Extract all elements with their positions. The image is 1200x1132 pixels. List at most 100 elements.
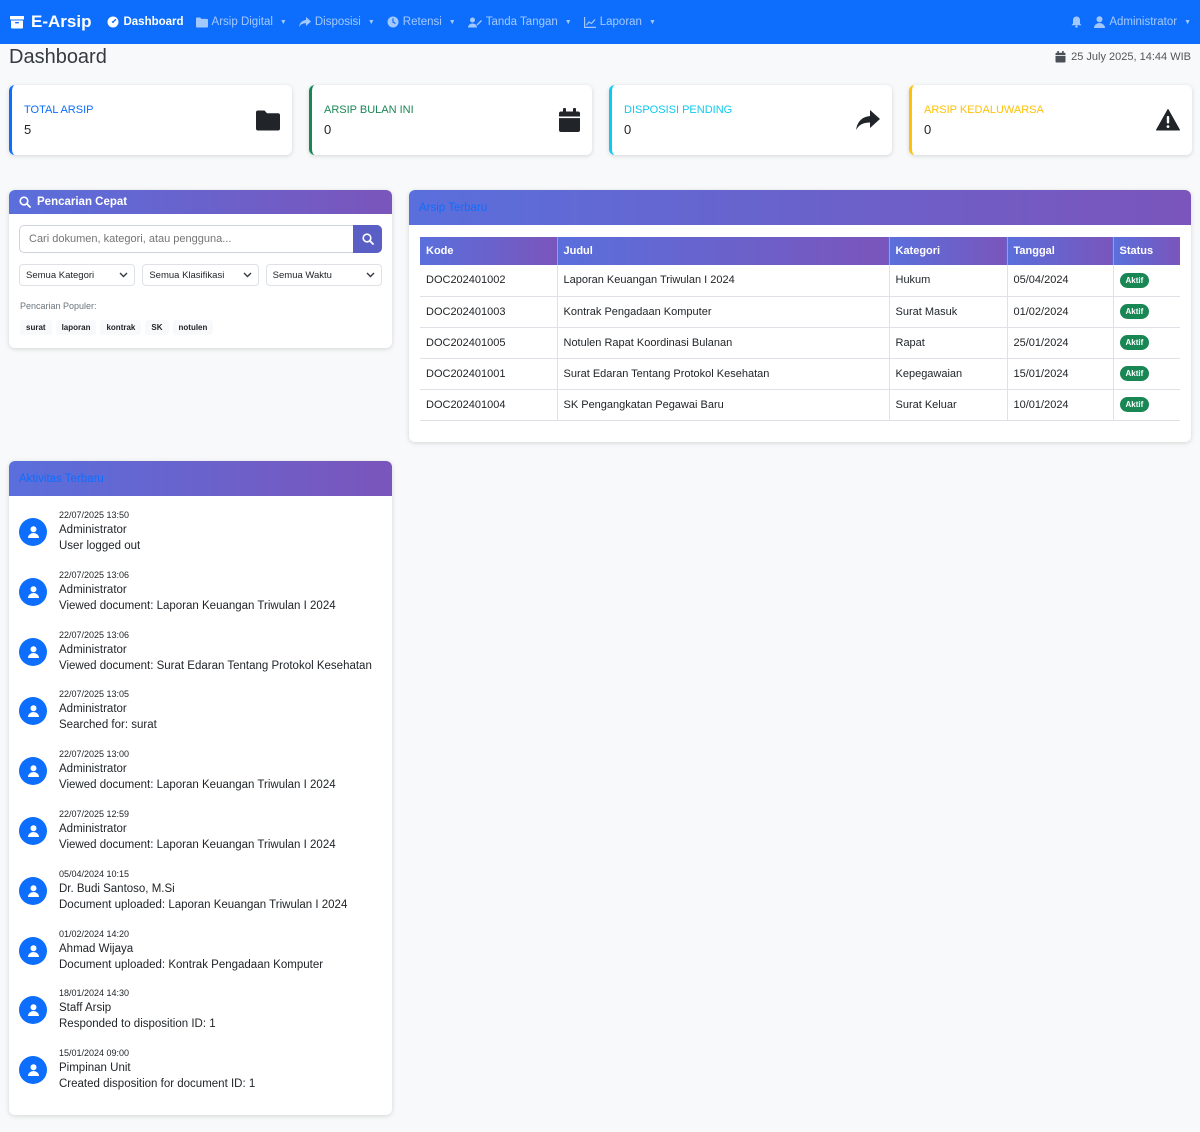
chevron-down-icon [119,272,128,278]
popular-tag[interactable]: SK [145,320,169,335]
activity-time: 01/02/2024 14:20 [59,928,130,939]
chevron-down-icon: ▼ [367,18,375,26]
nav-arsip-digital[interactable]: Arsip Digital ▼ [195,16,287,28]
nav-laporan[interactable]: Laporan ▼ [583,16,656,28]
activity-description: Searched for: surat [59,719,157,732]
quick-search-title: Pencarian Cepat [37,196,128,208]
page-title: Dashboard [9,46,107,68]
nav-retensi-label: Retensi [402,16,442,28]
nav-retensi[interactable]: Retensi ▼ [387,16,456,28]
nav-disposisi[interactable]: Disposisi ▼ [298,16,375,28]
chevron-down-icon [366,272,375,278]
popular-search-label: Pencarian Populer: [20,301,97,311]
folder-icon [256,110,280,130]
filter-kategori-select[interactable]: Semua Kategori [19,264,136,286]
column-header-tanggal[interactable]: Tanggal [1007,237,1114,265]
popular-tag[interactable]: surat [20,320,52,335]
user-icon [27,645,39,658]
filter-waktu-value: Semua Waktu [272,269,332,281]
clock-icon [387,16,399,28]
column-header-status[interactable]: Status [1113,237,1180,265]
activity-time: 15/01/2024 09:00 [59,1048,130,1059]
quick-search-panel: Pencarian Cepat Semua Kategori Semua Kla… [9,190,392,348]
cell-kategori: Surat Keluar [889,389,1008,421]
table-row[interactable]: DOC202401005 Notulen Rapat Koordinasi Bu… [420,327,1180,359]
popular-tag[interactable]: laporan [55,320,97,335]
chevron-down-icon: ▼ [1184,18,1191,26]
cell-tanggal: 01/02/2024 [1007,296,1114,328]
table-row[interactable]: DOC202401004 SK Pengangkatan Pegawai Bar… [420,389,1180,421]
cell-kategori: Kepegawaian [889,358,1008,390]
activity-user: Pimpinan Unit [59,1062,131,1075]
status-badge: Aktif [1119,304,1150,319]
folder-icon [195,17,208,27]
user-menu[interactable]: Administrator ▼ [1094,16,1191,28]
chevron-down-icon: ▼ [279,18,287,26]
activity-item: 22/07/2025 13:00 Administrator Viewed docu… [9,748,392,808]
search-icon [19,196,31,208]
activity-time: 05/04/2024 10:15 [59,868,130,879]
stat-card-arsip-kedaluwarsa: ARSIP KEDALUWARSA 0 [909,85,1192,155]
activity-user: Administrator [59,583,127,596]
nav-tanda-tangan-label: Tanda Tangan [485,16,558,28]
activity-time: 22/07/2025 13:05 [59,689,130,700]
activity-user: Administrator [59,822,127,835]
user-icon [27,825,39,837]
search-input[interactable] [19,225,353,253]
cell-kode: DOC202401005 [420,327,558,359]
stat-label: ARSIP BULAN INI [324,103,414,116]
cell-kategori: Rapat [889,327,1008,359]
activity-time: 22/07/2025 13:50 [59,510,130,520]
user-icon [27,884,39,897]
activity-time: 22/07/2025 13:06 [59,629,130,640]
cell-kode: DOC202401004 [420,389,558,421]
current-datetime: 25 July 2025, 14:44 WIB [1055,51,1191,63]
signature-icon [467,17,482,27]
popular-tag[interactable]: kontrak [100,320,142,335]
nav-tanda-tangan[interactable]: Tanda Tangan ▼ [467,16,572,28]
filter-kategori-value: Semua Kategori [26,269,95,281]
activity-item: 15/01/2024 09:00 Pimpinan Unit Created dis… [9,1047,392,1107]
popular-tag[interactable]: notulen [172,320,214,335]
top-navbar: E-Arsip Dashboard Arsip Digital ▼ Dispos… [0,0,1200,44]
cell-kategori: Hukum [889,265,1008,297]
activity-description: Created disposition for document ID: 1 [59,1078,256,1091]
activity-item: 18/01/2024 14:30 Staff Arsip Responded to … [9,987,392,1047]
activity-list: 22/07/2025 13:50 Administrator User logged… [9,496,392,1107]
activity-description: Responded to disposition ID: 1 [59,1018,216,1031]
activity-description: Document uploaded: Laporan Keuangan Triw… [59,898,348,911]
avatar [19,1056,47,1085]
activity-user: Administrator [59,763,127,776]
activity-time: 18/01/2024 14:30 [59,988,130,999]
table-row[interactable]: DOC202401001 Surat Edaran Tentang Protok… [420,358,1180,390]
stat-label: DISPOSISI PENDING [624,103,733,116]
bell-icon[interactable] [1071,16,1082,28]
cell-status: Aktif [1113,296,1180,328]
activity-description: Viewed document: Laporan Keuangan Triwul… [59,838,336,851]
activity-time: 22/07/2025 12:59 [59,808,130,819]
recent-activity-panel: Aktivitas Terbaru 22/07/2025 13:50 Admini… [9,461,392,1115]
cell-tanggal: 10/01/2024 [1007,389,1114,421]
activity-item: 22/07/2025 12:59 Administrator Viewed docu… [9,808,392,868]
share-icon [298,16,311,27]
status-badge: Aktif [1119,335,1150,350]
activity-user: Ahmad Wijaya [59,942,134,955]
nav-dashboard[interactable]: Dashboard [107,16,184,28]
avatar [19,876,47,905]
filter-klasifikasi-select[interactable]: Semua Klasifikasi [142,264,259,286]
cell-status: Aktif [1113,389,1180,421]
brand-link[interactable]: E-Arsip [9,12,91,32]
nav-laporan-label: Laporan [599,16,642,28]
avatar [19,518,47,546]
column-header-kategori[interactable]: Kategori [889,237,1008,265]
column-header-kode[interactable]: Kode [420,237,558,265]
cell-kode: DOC202401003 [420,296,558,328]
column-header-judul[interactable]: Judul [557,237,890,265]
filter-waktu-select[interactable]: Semua Waktu [265,264,382,286]
table-row[interactable]: DOC202401003 Kontrak Pengadaan Komputer … [420,296,1180,328]
cell-kode: DOC202401001 [420,358,558,390]
stat-label: ARSIP KEDALUWARSA [924,103,1044,116]
table-row[interactable]: DOC202401002 Laporan Keuangan Triwulan I… [420,265,1180,297]
user-icon [27,526,39,538]
search-button[interactable] [353,225,382,253]
